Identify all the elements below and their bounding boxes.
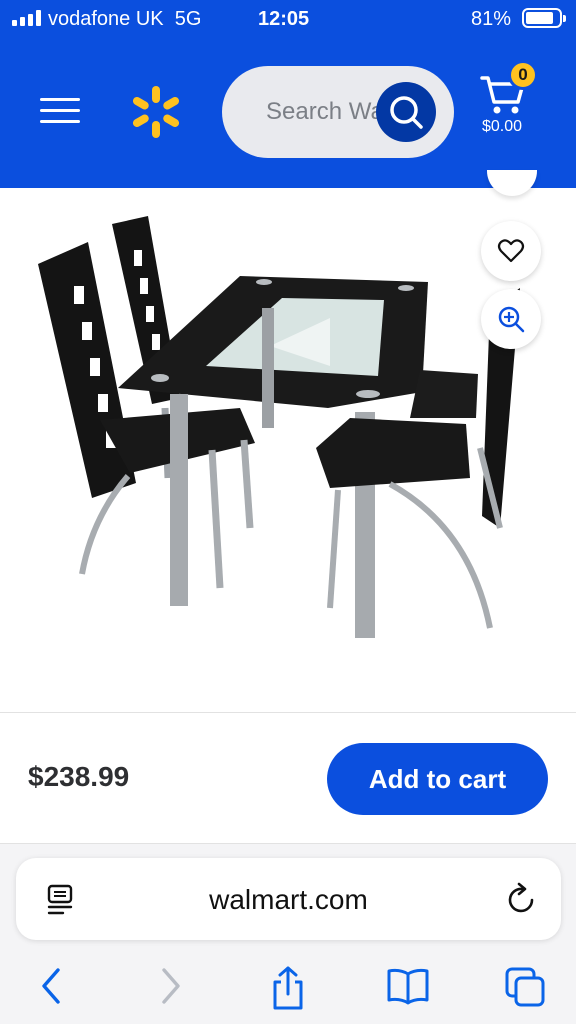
add-to-cart-button[interactable]: Add to cart xyxy=(327,743,548,815)
forward-button[interactable] xyxy=(140,956,200,1016)
chevron-left-icon xyxy=(42,968,60,1004)
share-button[interactable] xyxy=(258,956,318,1016)
search-input[interactable] xyxy=(266,94,378,130)
share-button-partial[interactable] xyxy=(487,170,537,196)
carrier-name: vodafone UK xyxy=(48,8,164,30)
cart-count-badge: 0 xyxy=(508,60,538,90)
heart-icon xyxy=(497,239,525,263)
favorite-button[interactable] xyxy=(481,221,541,281)
tabs-icon xyxy=(505,967,545,1007)
share-icon xyxy=(273,966,303,1010)
cart-total: $0.00 xyxy=(482,118,523,135)
product-price: $238.99 xyxy=(28,761,130,792)
site-header: 0 $0.00 xyxy=(0,38,576,188)
network-type: 5G xyxy=(174,8,202,30)
reload-icon[interactable] xyxy=(506,882,538,916)
walmart-spark-icon[interactable] xyxy=(128,84,184,140)
carrier-label: vodafone UK 5G xyxy=(48,8,201,31)
status-bar: vodafone UK 5G 12:05 81% xyxy=(0,0,576,38)
browser-chrome: walmart.com xyxy=(0,844,576,1024)
address-bar[interactable]: walmart.com xyxy=(16,858,561,940)
browser-toolbar xyxy=(0,956,576,1016)
tabs-button[interactable] xyxy=(492,956,552,1016)
screen: vodafone UK 5G 12:05 81% Search Walmart … xyxy=(0,0,576,1024)
product-image[interactable] xyxy=(30,198,530,638)
zoom-in-icon xyxy=(498,306,525,333)
signal-icon xyxy=(12,10,44,26)
bookmarks-icon xyxy=(387,968,429,1005)
zoom-button[interactable] xyxy=(481,289,541,349)
clock: 12:05 xyxy=(258,8,310,30)
menu-icon xyxy=(40,98,80,101)
search-icon xyxy=(390,96,423,129)
cart-button[interactable]: 0 $0.00 xyxy=(476,60,540,142)
battery-icon xyxy=(522,8,566,28)
product-gallery xyxy=(0,170,576,712)
menu-button[interactable] xyxy=(40,94,80,126)
search-button[interactable] xyxy=(376,82,436,142)
purchase-bar: $238.99 Add to cart xyxy=(0,712,576,844)
bookmarks-button[interactable] xyxy=(374,956,434,1016)
chevron-right-icon xyxy=(162,968,180,1004)
battery-percent: 81% xyxy=(471,8,512,30)
back-button[interactable] xyxy=(22,956,82,1016)
search-bar xyxy=(222,66,454,158)
url-text: walmart.com xyxy=(209,884,368,915)
